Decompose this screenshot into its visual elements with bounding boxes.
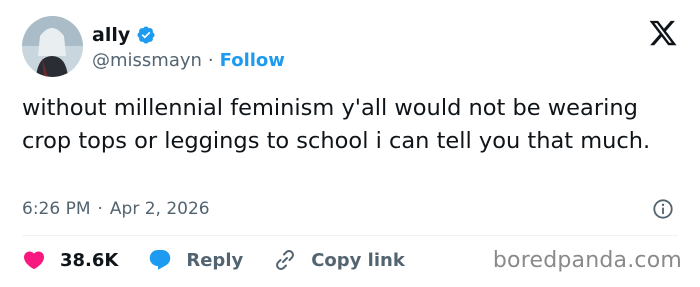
x-logo-icon[interactable] [648, 18, 678, 48]
link-icon [276, 250, 295, 270]
tweet-meta: 6:26 PM · Apr 2, 2026 [22, 197, 210, 221]
separator-dot: · [97, 199, 103, 219]
separator-dot: · [207, 49, 214, 71]
copy-link-label: Copy link [311, 249, 405, 271]
watermark: boredpanda.com [492, 248, 682, 273]
action-bar: 38.6K Reply Copy link [22, 246, 435, 274]
author-name[interactable]: ally [92, 24, 130, 46]
tweet-time[interactable]: 6:26 PM [22, 199, 91, 219]
copy-link-button[interactable]: Copy link [273, 248, 405, 272]
author-handle[interactable]: @missmayn [92, 50, 202, 71]
divider [22, 235, 678, 236]
follow-button[interactable]: Follow [220, 50, 285, 71]
tweet-text: without millennial feminism y'all would … [22, 95, 651, 154]
reply-label: Reply [186, 249, 244, 271]
like-button[interactable]: 38.6K [22, 248, 118, 272]
verified-badge-icon [137, 26, 155, 44]
heart-icon [23, 251, 45, 270]
info-icon[interactable] [652, 198, 674, 220]
tweet-date[interactable]: Apr 2, 2026 [110, 199, 210, 219]
reply-bubble-icon [150, 250, 171, 270]
like-count: 38.6K [60, 249, 119, 271]
reply-button[interactable]: Reply [148, 248, 243, 272]
tweet-card: ally @missmayn · Follow without millenni… [0, 0, 700, 287]
avatar[interactable] [22, 16, 83, 77]
author-handle-row: @missmayn · Follow [92, 48, 285, 72]
author-name-row: ally [92, 22, 156, 48]
